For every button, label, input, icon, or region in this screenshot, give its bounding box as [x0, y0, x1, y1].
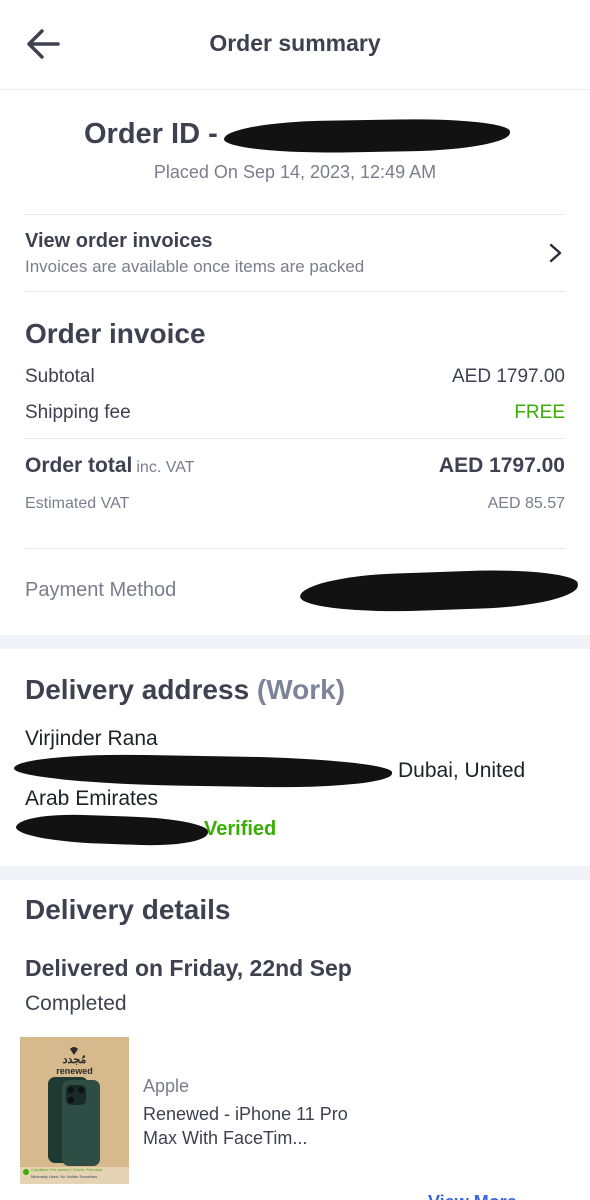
- thumb-condition-subtext: Minimally Used, No Visible Scratches: [31, 1174, 98, 1179]
- view-invoices-title: View order invoices: [25, 230, 213, 252]
- product-brand: Apple: [143, 1076, 190, 1096]
- page-title: Order summary: [209, 30, 381, 56]
- order-id-label: Order ID -: [84, 118, 218, 150]
- subtotal-label: Subtotal: [25, 366, 95, 387]
- address-city: Dubai, United: [398, 759, 526, 782]
- delivery-address-title: Delivery address: [25, 674, 250, 705]
- payment-method-label: Payment Method: [25, 579, 177, 601]
- delivery-details-heading: Delivery details: [25, 894, 231, 925]
- thumb-condition-text: Condition: Pre-owned / Grade: Premium: [31, 1167, 103, 1172]
- shipping-fee-value: FREE: [514, 402, 565, 423]
- order-total-value: AED 1797.00: [438, 454, 565, 477]
- address-type: (Work): [256, 674, 346, 705]
- divider: [25, 548, 565, 549]
- estimated-vat-label: Estimated VAT: [25, 495, 130, 512]
- order-total-label: Order total inc. VAT: [25, 454, 194, 478]
- subtotal-value: AED 1797.00: [451, 366, 565, 387]
- product-name[interactable]: Renewed - iPhone 11 Pro Max With FaceTim…: [143, 1102, 383, 1150]
- recipient-name: Virjinder Rana: [25, 727, 158, 750]
- redacted-phone: [15, 812, 209, 848]
- delivery-address-heading: Delivery address (Work): [25, 674, 345, 706]
- delivery-status: Completed: [25, 992, 127, 1015]
- estimated-vat-value: AED 85.57: [487, 495, 565, 512]
- delivered-date: Delivered on Friday, 22nd Sep: [25, 955, 352, 981]
- order-total-text: Order total: [25, 454, 133, 477]
- divider: [25, 291, 565, 292]
- product-image[interactable]: مُجدد renewed Condition: Pre-owned / Gra…: [20, 1037, 129, 1184]
- order-invoice-heading: Order invoice: [25, 318, 206, 349]
- app-header: Order summary: [0, 0, 590, 90]
- redacted-payment-method: [299, 567, 579, 615]
- order-total-vat-note: inc. VAT: [136, 459, 195, 476]
- order-placed-date: Placed On Sep 14, 2023, 12:49 AM: [153, 162, 437, 182]
- chevron-right-icon[interactable]: [545, 241, 565, 265]
- address-country: Arab Emirates: [25, 787, 159, 810]
- view-more-link[interactable]: View More: [428, 1192, 517, 1200]
- view-invoices-subtitle: Invoices are available once items are pa…: [25, 257, 365, 276]
- view-invoices-row[interactable]: [0, 215, 590, 291]
- section-gap: [0, 866, 590, 880]
- section-gap: [0, 635, 590, 649]
- thumb-renewed-label: renewed: [56, 1066, 93, 1076]
- redacted-address-line: [13, 752, 393, 790]
- verified-badge: Verified: [204, 818, 277, 840]
- thumb-arabic-text: مُجدد: [62, 1054, 87, 1066]
- shipping-fee-label: Shipping fee: [25, 402, 131, 423]
- divider: [25, 438, 565, 439]
